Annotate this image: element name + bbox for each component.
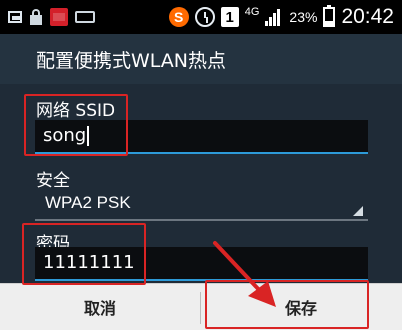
image-icon (8, 11, 22, 23)
security-dropdown[interactable]: WPA2 PSK (35, 187, 368, 221)
network-type: 4G (244, 5, 260, 18)
sogou-icon: S (168, 7, 189, 27)
status-clock: 20:42 (341, 5, 394, 28)
dialog-header: 配置便携式WLAN热点 (0, 34, 402, 84)
status-bar-left (8, 7, 95, 27)
dropdown-corner-icon (353, 206, 363, 216)
lock-icon (29, 9, 43, 25)
save-highlight-box (205, 280, 369, 329)
dialog-title: 配置便携式WLAN热点 (36, 50, 227, 72)
keyboard-icon (75, 11, 95, 23)
ssid-highlight-box (24, 94, 128, 156)
alarm-icon (194, 7, 215, 27)
app-icon (50, 8, 68, 26)
security-dropdown-value: WPA2 PSK (45, 193, 131, 212)
signal-icon (265, 8, 283, 26)
password-highlight-box (22, 223, 146, 285)
status-bar-right: S 1 4G 23% 20:42 (168, 2, 394, 32)
battery-icon (323, 5, 336, 27)
battery-percent: 23% (289, 9, 318, 25)
notification-one-icon: 1 (220, 7, 239, 27)
cancel-button[interactable]: 取消 (0, 284, 200, 330)
status-bar: S 1 4G 23% 20:42 (0, 0, 402, 34)
